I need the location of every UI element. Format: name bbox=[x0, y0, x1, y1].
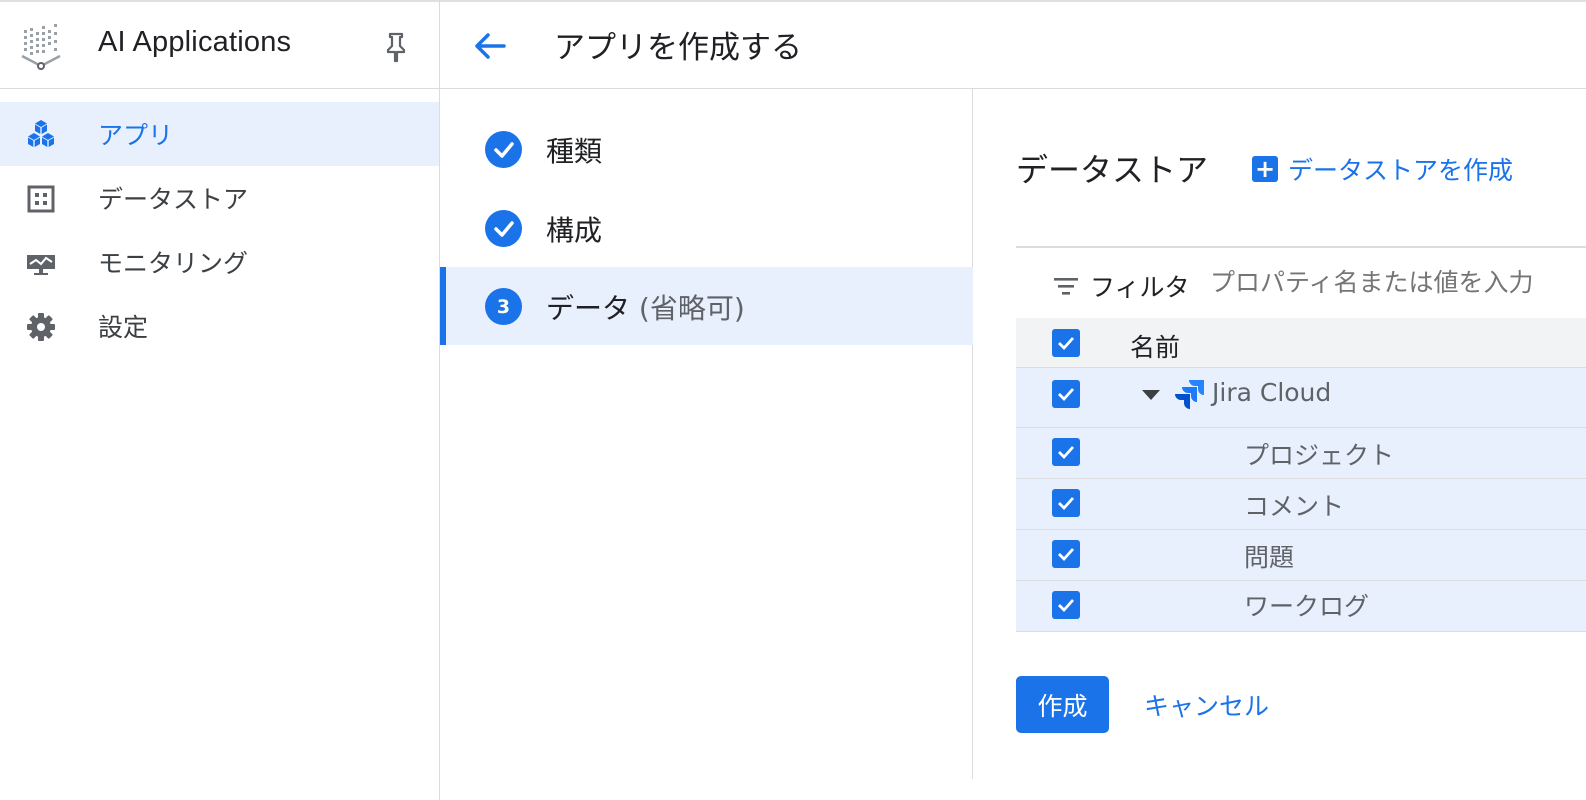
row-checkbox[interactable] bbox=[1052, 540, 1080, 568]
grid-icon bbox=[27, 185, 55, 213]
pin-icon[interactable] bbox=[380, 30, 412, 64]
filter-icon[interactable] bbox=[1054, 275, 1078, 297]
row-checkbox[interactable] bbox=[1052, 380, 1080, 408]
stepper: 種類 構成 3 データ (省略可) bbox=[440, 89, 973, 779]
step-optional-text: (省略可) bbox=[638, 292, 745, 325]
create-datastore-label: データストアを作成 bbox=[1288, 156, 1514, 185]
filter-bar: フィルタ bbox=[1016, 246, 1586, 318]
column-header-name: 名前 bbox=[1130, 333, 1181, 362]
step-done-icon bbox=[485, 131, 522, 168]
add-box-icon: + bbox=[1252, 155, 1278, 183]
sidebar-item-label: モニタリング bbox=[98, 249, 249, 278]
step-done-icon bbox=[485, 210, 522, 247]
gear-icon bbox=[27, 313, 55, 341]
row-label: 問題 bbox=[1244, 543, 1295, 572]
sidebar-item-settings[interactable]: 設定 bbox=[0, 294, 439, 358]
row-label: プロジェクト bbox=[1244, 441, 1395, 470]
page-title: アプリを作成する bbox=[554, 30, 802, 66]
sidebar-item-label: データストア bbox=[98, 185, 249, 214]
back-arrow-icon[interactable] bbox=[470, 26, 510, 66]
expand-caret-icon[interactable] bbox=[1142, 390, 1160, 400]
row-label: ワークログ bbox=[1244, 592, 1370, 621]
cubes-icon bbox=[28, 120, 54, 147]
sidebar-header: AI Applications bbox=[0, 2, 439, 89]
cancel-button[interactable]: キャンセル bbox=[1144, 687, 1269, 723]
row-label: Jira Cloud bbox=[1212, 378, 1332, 407]
ai-applications-logo-icon[interactable] bbox=[18, 20, 64, 72]
step-label: 種類 bbox=[546, 135, 603, 168]
datastore-panel: データストア + データストアを作成 フィルタ 名前 bbox=[974, 89, 1586, 789]
step-label: データ (省略可) bbox=[546, 287, 745, 327]
step-number-badge: 3 bbox=[485, 288, 522, 325]
row-checkbox[interactable] bbox=[1052, 591, 1080, 619]
sidebar-item-apps[interactable]: アプリ bbox=[0, 102, 439, 166]
datastore-table: フィルタ 名前 Jira Cloud プロジェクト bbox=[1016, 246, 1586, 632]
step-type[interactable]: 種類 bbox=[440, 110, 973, 188]
table-row: コメント bbox=[1016, 479, 1586, 530]
filter-label: フィルタ bbox=[1090, 273, 1190, 302]
select-all-checkbox[interactable] bbox=[1052, 329, 1080, 357]
sidebar-item-label: アプリ bbox=[98, 121, 174, 150]
table-row: ワークログ bbox=[1016, 581, 1586, 632]
row-checkbox[interactable] bbox=[1052, 438, 1080, 466]
sidebar-item-monitoring[interactable]: モニタリング bbox=[0, 230, 439, 294]
sidebar-nav: アプリ データストア モニタリング 設定 bbox=[0, 102, 439, 358]
table-row: プロジェクト bbox=[1016, 428, 1586, 479]
row-label: コメント bbox=[1244, 492, 1345, 521]
datastore-title: データストア bbox=[1016, 151, 1209, 189]
monitoring-icon bbox=[27, 255, 55, 275]
jira-logo-icon bbox=[1175, 380, 1204, 409]
row-checkbox[interactable] bbox=[1052, 489, 1080, 517]
step-label-text: データ bbox=[546, 292, 631, 325]
app-title: AI Applications bbox=[98, 26, 292, 58]
create-datastore-button[interactable]: + データストアを作成 bbox=[1252, 151, 1513, 187]
sidebar: AI Applications アプリ データストア モニタリング 設定 bbox=[0, 0, 440, 800]
table-row: 問題 bbox=[1016, 530, 1586, 581]
table-row: Jira Cloud bbox=[1016, 368, 1586, 428]
filter-input[interactable] bbox=[1210, 268, 1586, 297]
main-header: アプリを作成する bbox=[440, 2, 1586, 89]
create-button[interactable]: 作成 bbox=[1016, 676, 1109, 733]
sidebar-item-label: 設定 bbox=[98, 313, 149, 342]
step-data[interactable]: 3 データ (省略可) bbox=[440, 267, 973, 345]
sidebar-item-datastores[interactable]: データストア bbox=[0, 166, 439, 230]
table-header-row: 名前 bbox=[1016, 318, 1586, 368]
step-label: 構成 bbox=[546, 214, 603, 247]
step-config[interactable]: 構成 bbox=[440, 189, 973, 267]
